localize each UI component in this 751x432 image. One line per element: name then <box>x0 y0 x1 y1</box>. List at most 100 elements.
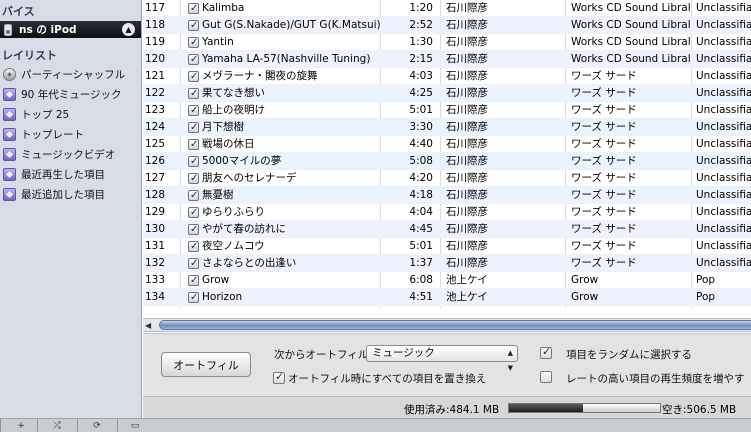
track-checkbox[interactable] <box>188 20 199 31</box>
track-genre: Pop <box>696 274 716 286</box>
sidebar-item-playlist[interactable]: 90 年代ミュージック <box>0 84 141 104</box>
track-artist: 石川際彦 <box>446 104 488 116</box>
track-artist: 石川際彦 <box>446 36 488 48</box>
device-name: ns の iPod <box>19 24 77 36</box>
track-name: 月下想樹 <box>202 121 244 133</box>
track-artist: 石川際彦 <box>446 138 488 150</box>
track-name: 果てなき想い <box>202 87 265 99</box>
table-row[interactable]: 117 Kalimba 1:20 石川際彦 Works CD Sound Libraly… <box>143 0 751 17</box>
table-row[interactable]: 131 夜空ノムコウ 5:01 石川際彦 ワーズ サード Unclassifiab <box>143 238 751 255</box>
track-artist: 石川際彦 <box>446 53 488 65</box>
track-name: Grow <box>202 274 230 286</box>
track-number: 131 <box>144 240 165 252</box>
track-number: 130 <box>144 223 165 235</box>
track-checkbox[interactable] <box>188 37 199 48</box>
capacity-used-fill <box>509 404 583 412</box>
track-number: 126 <box>144 155 165 167</box>
track-number: 127 <box>144 172 165 184</box>
track-checkbox[interactable] <box>188 224 199 235</box>
playlist-label: 90 年代ミュージック <box>21 88 122 101</box>
track-checkbox[interactable] <box>188 139 199 150</box>
smart-playlist-icon <box>3 107 16 121</box>
track-checkbox[interactable] <box>188 190 199 201</box>
track-album: Works CD Sound Libraly <box>571 2 691 14</box>
sidebar-item-playlist[interactable]: 最近再生した項目 <box>0 164 141 184</box>
track-checkbox[interactable] <box>188 105 199 116</box>
track-number: 128 <box>144 189 165 201</box>
track-time: 2:15 <box>409 53 433 65</box>
track-checkbox[interactable] <box>188 71 199 82</box>
table-row[interactable]: 122 果てなき想い 4:25 石川際彦 ワーズ サード Unclassifiab <box>143 85 751 102</box>
track-number: 132 <box>144 257 165 269</box>
table-row[interactable]: 127 朋友へのセレナーデ 4:20 石川際彦 ワーズ サード Unclassifiab <box>143 170 751 187</box>
track-checkbox[interactable] <box>188 122 199 133</box>
sidebar-item-playlist[interactable]: トップレート <box>0 124 141 144</box>
table-row[interactable]: 123 船上の夜明け 5:01 石川際彦 ワーズ サード Unclassifiab <box>143 102 751 119</box>
track-artist: 石川際彦 <box>446 121 488 133</box>
table-row[interactable]: 134 Horizon 4:51 池上ケイ Grow Pop <box>143 289 751 306</box>
sidebar-item-playlist[interactable]: ミュージックビデオ <box>0 144 141 164</box>
table-row[interactable]: 118 Gut G(S.Nakade)/GUT G(K.Matsui)... 2:5… <box>143 17 751 34</box>
autofill-button[interactable]: オートフィル <box>161 352 251 377</box>
track-name: 無憂樹 <box>202 189 234 201</box>
table-row[interactable]: 133 Grow 6:08 池上ケイ Grow Pop <box>143 272 751 289</box>
track-album: ワーズ サード <box>571 155 637 167</box>
playlist-list: パーティーシャッフル 90 年代ミュージックトップ 25 トップレートミュージックビ… <box>0 64 141 204</box>
track-genre: Unclassifiab <box>696 70 751 82</box>
table-row[interactable]: 119 Yantin 1:30 石川際彦 Works CD Sound Libraly U… <box>143 34 751 51</box>
repeat-icon[interactable]: ⟳ <box>90 421 104 431</box>
track-album: ワーズ サード <box>571 104 637 116</box>
sidebar-item-playlist[interactable]: パーティーシャッフル <box>0 64 141 84</box>
artwork-icon[interactable]: ▭ <box>128 421 142 431</box>
track-album: Works CD Sound Libraly <box>571 53 691 65</box>
track-time: 4:51 <box>409 291 433 303</box>
sidebar-item-playlist[interactable]: トップ 25 <box>0 104 141 124</box>
track-time: 1:20 <box>409 2 433 14</box>
track-checkbox[interactable] <box>188 292 199 303</box>
eject-icon[interactable]: ▲ <box>122 23 135 36</box>
sidebar-item-ipod[interactable]: ns の iPod ▲ <box>0 21 141 38</box>
track-checkbox[interactable] <box>188 88 199 99</box>
track-time: 2:52 <box>409 19 433 31</box>
track-checkbox[interactable] <box>188 3 199 14</box>
track-checkbox[interactable] <box>188 207 199 218</box>
table-row[interactable]: 121 メヴラーナ・閣夜の旋舞 4:03 石川際彦 ワーズ サード Unclassifia… <box>143 68 751 85</box>
table-row[interactable]: 129 ゆらりふらり 4:04 石川際彦 ワーズ サード Unclassifiab <box>143 204 751 221</box>
track-artist: 石川際彦 <box>446 87 488 99</box>
track-checkbox[interactable] <box>188 275 199 286</box>
track-checkbox[interactable] <box>188 156 199 167</box>
horizontal-scrollbar[interactable]: ◀ <box>143 318 751 332</box>
track-checkbox[interactable] <box>188 258 199 269</box>
scrollbar-thumb[interactable] <box>159 320 751 330</box>
sidebar-item-playlist[interactable]: 最近追加した項目 <box>0 184 141 204</box>
table-row[interactable]: 124 月下想樹 3:30 石川際彦 ワーズ サード Unclassifiab <box>143 119 751 136</box>
table-row[interactable]: 132 さよならとの出逢い 1:37 石川際彦 ワーズ サード Unclassifiab <box>143 255 751 272</box>
track-checkbox[interactable] <box>188 54 199 65</box>
track-time: 4:18 <box>409 189 433 201</box>
table-row[interactable]: 120 Yamaha LA-57(Nashville Tuning) 2:15 石川際… <box>143 51 751 68</box>
shuffle-icon[interactable]: ⤮ <box>50 421 64 431</box>
ipod-icon <box>4 23 12 36</box>
table-row[interactable]: 128 無憂樹 4:18 石川際彦 ワーズ サード Unclassifiab <box>143 187 751 204</box>
playlist-label: ミュージックビデオ <box>21 148 116 161</box>
capacity-bar: 使用済み:484.1 MB 空き:506.5 MB <box>143 396 751 418</box>
track-album: ワーズ サード <box>571 70 637 82</box>
add-playlist-icon[interactable]: + <box>14 421 28 431</box>
track-artist: 石川際彦 <box>446 189 488 201</box>
table-row[interactable]: 126 5000マイルの夢 5:08 石川際彦 ワーズ サード Unclassifiab <box>143 153 751 170</box>
track-list[interactable]: 117 Kalimba 1:20 石川際彦 Works CD Sound Libraly… <box>143 0 751 308</box>
replace-all-checkbox[interactable] <box>273 370 285 384</box>
track-genre: Unclassifiab <box>696 36 751 48</box>
table-row[interactable]: 130 やがて春の訪れに 4:45 石川際彦 ワーズ サード Unclassifiab <box>143 221 751 238</box>
track-name: Kalimba <box>202 2 245 14</box>
scroll-left-icon[interactable]: ◀ <box>145 320 155 331</box>
autofill-source-select[interactable]: ミュージック ▲ ▼ <box>366 345 518 372</box>
track-number: 125 <box>144 138 165 150</box>
track-checkbox[interactable] <box>188 241 199 252</box>
higher-rated-checkbox[interactable] <box>540 371 552 383</box>
autofill-panel: オートフィル 次からオートフィル: ミュージック ▲▼ オートフィル時にすべての… <box>143 333 751 396</box>
track-name: Horizon <box>202 291 243 303</box>
random-select-checkbox[interactable] <box>540 345 552 359</box>
track-checkbox[interactable] <box>188 173 199 184</box>
table-row[interactable]: 125 戦場の休日 4:40 石川際彦 ワーズ サード Unclassifiab <box>143 136 751 153</box>
